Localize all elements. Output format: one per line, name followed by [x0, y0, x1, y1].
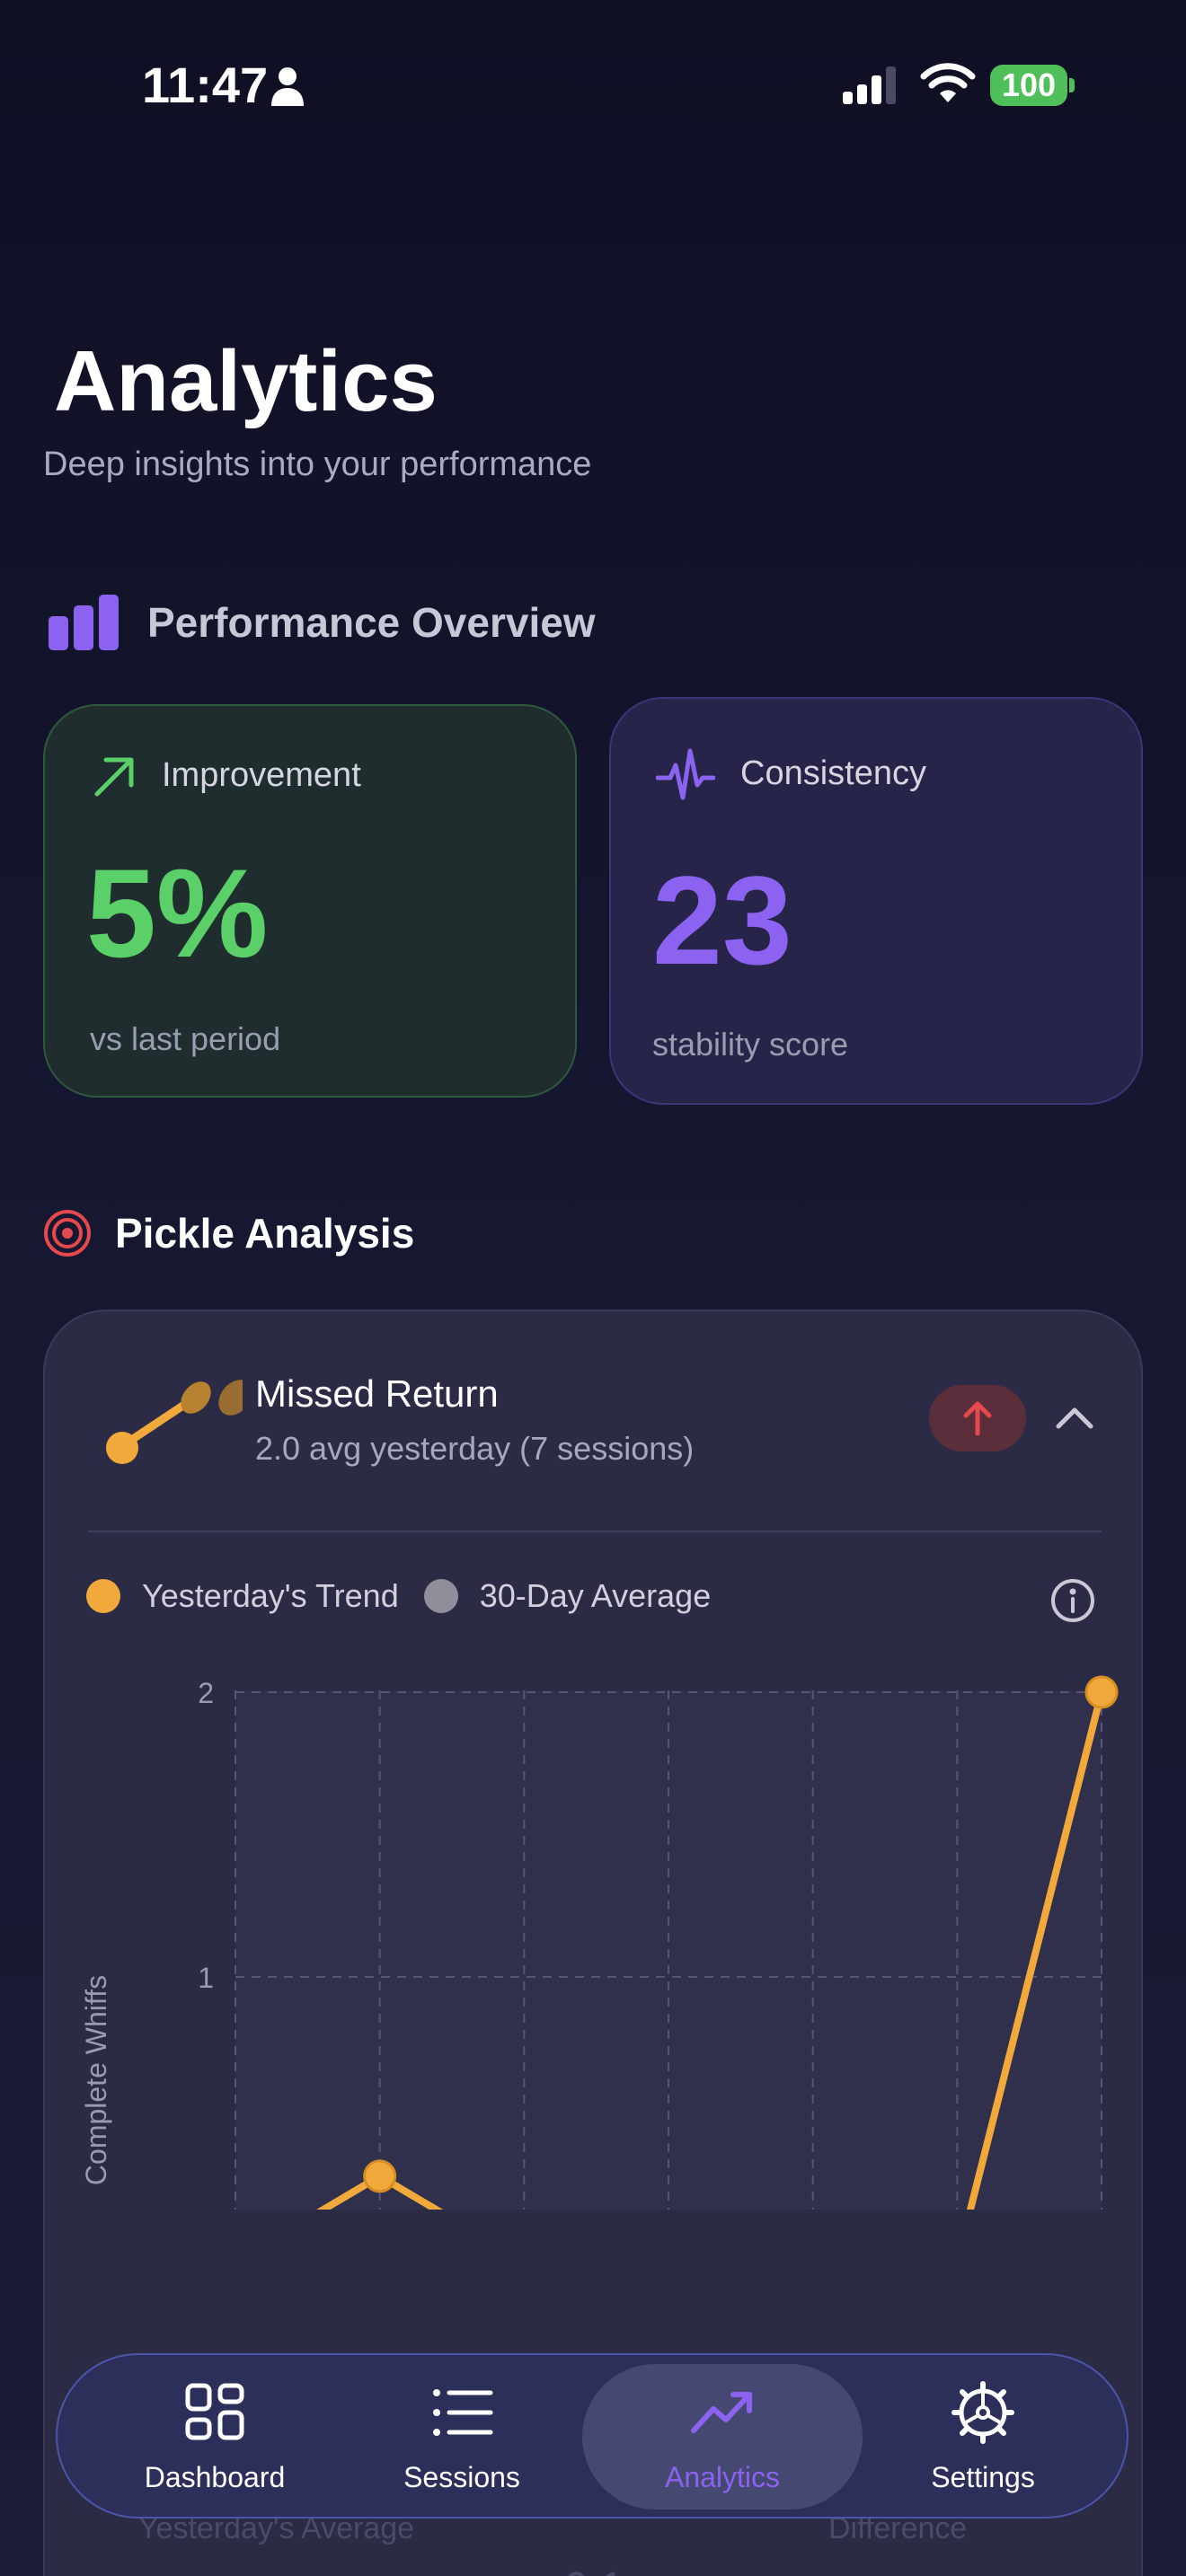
battery-icon: 100 [990, 65, 1075, 106]
nav-label: Dashboard [144, 2461, 286, 2493]
y-tick-label: 1 [198, 1962, 214, 1994]
nav-label: Analytics [664, 2461, 781, 2493]
nav-sessions[interactable]: Sessions [363, 2355, 561, 2520]
person-icon [271, 67, 304, 106]
consistency-card[interactable]: Consistency 23 stability score [609, 697, 1143, 1105]
performance-overview-header: Performance Overview [49, 595, 596, 650]
trending-up-icon [691, 2392, 752, 2433]
y-axis-label: Complete Whiffs [80, 1975, 112, 2185]
pickle-analysis-header: Pickle Analysis [43, 1209, 414, 1257]
section-title: Performance Overview [147, 599, 596, 646]
data-point-trend [1084, 1675, 1119, 1709]
pulse-icon [656, 748, 715, 800]
page-subtitle: Deep insights into your performance [43, 446, 592, 483]
page-title: Analytics [54, 333, 438, 429]
nav-analytics[interactable]: Analytics [624, 2355, 821, 2520]
list-icon [433, 2389, 493, 2436]
target-icon [44, 1210, 91, 1257]
improvement-label: Improvement [162, 756, 361, 794]
status-bar: 11:47 100 [0, 0, 1186, 171]
ghost-value: 0.1 [564, 2563, 624, 2576]
status-time: 11:47 [142, 57, 269, 113]
data-point-trend [363, 2159, 397, 2193]
bottom-nav: Dashboard Sessions Analytics Settings [56, 2353, 1128, 2519]
consistency-sub: stability score [652, 1026, 849, 1063]
section-title: Pickle Analysis [115, 1210, 415, 1257]
bar-chart-icon [49, 595, 119, 650]
nav-settings[interactable]: Settings [884, 2355, 1082, 2520]
nav-label: Settings [931, 2461, 1035, 2493]
consistency-label: Consistency [740, 754, 926, 792]
cellular-signal-icon [843, 66, 896, 104]
wifi-icon [920, 63, 976, 102]
nav-label: Sessions [403, 2461, 520, 2493]
improvement-card[interactable]: Improvement 5% vs last period [43, 704, 577, 1098]
y-tick-label: 2 [198, 1677, 214, 1709]
consistency-value: 23 [652, 850, 792, 991]
improvement-sub: vs last period [90, 1020, 281, 1057]
arrow-up-right-icon [94, 757, 134, 797]
improvement-value: 5% [86, 842, 269, 984]
gear-icon [951, 2381, 1014, 2444]
line-chart: 012-6d-5d-4d-3d-2d-1dYestComplete Whiffs [80, 1675, 1119, 2210]
nav-dashboard[interactable]: Dashboard [111, 2355, 318, 2520]
grid-icon [185, 2383, 244, 2440]
battery-level: 100 [990, 65, 1067, 106]
